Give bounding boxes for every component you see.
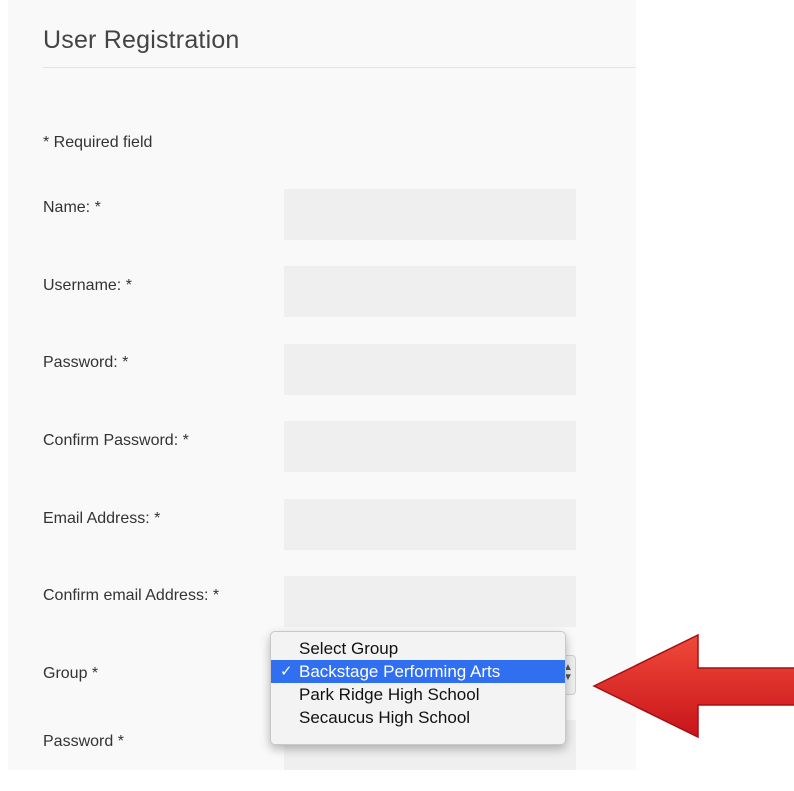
option-label: Select Group (299, 639, 399, 658)
group-password-label: Password * (43, 733, 124, 750)
confirm-password-input[interactable] (284, 421, 576, 472)
page-title: User Registration (43, 26, 240, 54)
name-label: Name: * (43, 199, 101, 216)
option-label: Park Ridge High School (299, 685, 480, 704)
confirm-email-label: Confirm email Address: * (43, 587, 220, 604)
email-input[interactable] (284, 499, 576, 550)
dropdown-option-backstage-performing-arts[interactable]: ✓ Backstage Performing Arts (271, 660, 565, 683)
confirm-email-input[interactable] (284, 576, 576, 627)
group-label: Group * (43, 665, 99, 682)
name-input[interactable] (284, 189, 576, 240)
username-label: Username: * (43, 277, 132, 294)
password-input[interactable] (284, 344, 576, 395)
email-label: Email Address: * (43, 510, 161, 527)
confirm-password-label: Confirm Password: * (43, 432, 189, 449)
password-label: Password: * (43, 354, 129, 371)
dropdown-option-select-group[interactable]: Select Group (271, 637, 565, 660)
dropdown-option-park-ridge-high-school[interactable]: Park Ridge High School (271, 683, 565, 706)
required-field-note: * Required field (43, 134, 153, 151)
checkmark-icon: ✓ (280, 663, 293, 680)
group-dropdown-menu: Select Group ✓ Backstage Performing Arts… (270, 631, 566, 745)
title-divider (43, 67, 636, 68)
option-label: Secaucus High School (299, 708, 471, 727)
username-input[interactable] (284, 266, 576, 317)
option-label: Backstage Performing Arts (299, 662, 501, 681)
dropdown-option-secaucus-high-school[interactable]: Secaucus High School (271, 706, 565, 729)
red-arrow-icon (592, 633, 794, 739)
